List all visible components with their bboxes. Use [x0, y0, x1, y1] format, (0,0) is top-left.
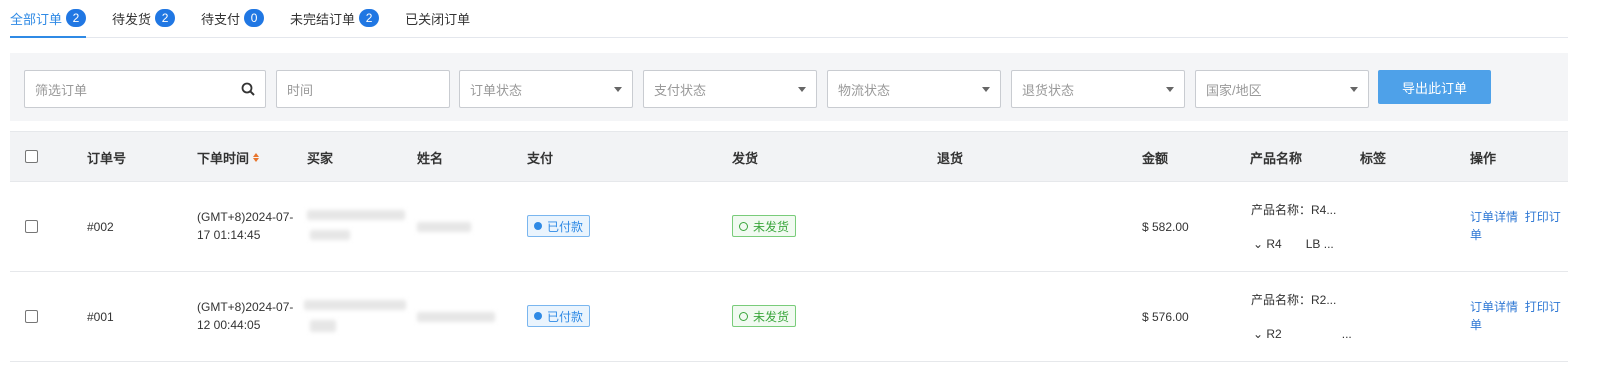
search-input[interactable]: 筛选订单 [24, 70, 266, 108]
payment-status-placeholder: 支付状态 [654, 82, 707, 98]
logistics-status-select[interactable]: 物流状态 [827, 70, 1001, 108]
shipping-status-badge: 未发货 [732, 305, 797, 327]
payment-status-label: 已付款 [547, 219, 584, 234]
column-actions: 操作 [1470, 150, 1497, 166]
name-redacted [417, 312, 495, 322]
count-badge: 2 [66, 9, 87, 27]
column-payment: 支付 [527, 150, 554, 166]
tab-label: 未完结订单 [290, 11, 356, 27]
order-time-line1: (GMT+8)2024-07- [197, 300, 294, 314]
tab-all-orders[interactable]: 全部订单 2 [10, 0, 87, 38]
order-time: (GMT+8)2024-07- 17 01:14:45 [197, 208, 293, 244]
column-returns: 退货 [937, 150, 964, 166]
sort-icon[interactable] [253, 152, 260, 162]
column-amount: 金额 [1142, 150, 1169, 166]
tab-unfinished-orders[interactable]: 未完结订单 2 [290, 0, 380, 37]
tab-label: 全部订单 [10, 11, 63, 27]
row-actions: 订单详情 打印订 单 [1470, 208, 1561, 244]
column-tags: 标签 [1360, 150, 1387, 166]
chevron-down-icon [798, 86, 806, 92]
order-detail-link[interactable]: 订单详情 [1470, 210, 1518, 224]
buyer-redacted [307, 210, 405, 220]
table-row: #001 (GMT+8)2024-07- 12 00:44:05 已付款 未发货… [10, 272, 1568, 362]
order-time-line2: 17 01:14:45 [197, 228, 261, 242]
print-order-link[interactable]: 打印订 [1525, 210, 1561, 224]
buyer-redacted [310, 230, 350, 240]
print-order-link-wrap[interactable]: 单 [1470, 318, 1482, 332]
order-time: (GMT+8)2024-07- 12 00:44:05 [197, 298, 293, 334]
select-all-checkbox[interactable] [25, 150, 38, 163]
product-variant-toggle[interactable]: ⌄ R4 LB ... [1253, 237, 1334, 251]
count-badge: 2 [359, 9, 380, 27]
name-redacted [417, 222, 471, 232]
shipping-status-label: 未发货 [753, 309, 790, 324]
dot-icon [534, 312, 542, 320]
country-placeholder: 国家/地区 [1206, 82, 1262, 98]
tab-pending-shipment[interactable]: 待发货 2 [112, 0, 176, 37]
column-order-time[interactable]: 下单时间 [197, 132, 260, 182]
tab-label: 待发货 [112, 11, 152, 27]
export-orders-button[interactable]: 导出此订单 [1378, 70, 1491, 104]
order-amount: $ 582.00 [1142, 220, 1189, 234]
payment-status-badge: 已付款 [527, 305, 591, 327]
country-select[interactable]: 国家/地区 [1195, 70, 1369, 108]
payment-status-select[interactable]: 支付状态 [643, 70, 817, 108]
circle-icon [739, 221, 748, 231]
column-buyer: 买家 [307, 150, 334, 166]
column-shipping: 发货 [732, 150, 759, 166]
shipping-status-label: 未发货 [753, 219, 790, 234]
order-time-line1: (GMT+8)2024-07- [197, 210, 294, 224]
tab-label: 已关闭订单 [405, 11, 471, 27]
order-status-placeholder: 订单状态 [470, 82, 523, 98]
tab-pending-payment[interactable]: 待支付 0 [201, 0, 265, 37]
product-variant-toggle[interactable]: ⌄ R2 ... [1253, 327, 1352, 341]
column-order-time-label: 下单时间 [197, 150, 250, 166]
search-icon[interactable] [241, 82, 255, 96]
return-status-select[interactable]: 退货状态 [1011, 70, 1185, 108]
payment-status-badge: 已付款 [527, 215, 591, 237]
column-order-no: 订单号 [87, 150, 127, 166]
order-number: #002 [87, 220, 114, 234]
buyer-redacted [304, 300, 406, 310]
circle-icon [739, 311, 748, 321]
buyer-redacted [310, 320, 336, 332]
print-order-link[interactable]: 打印订 [1525, 300, 1561, 314]
count-badge: 0 [244, 9, 265, 27]
print-order-link-wrap[interactable]: 单 [1470, 228, 1482, 242]
return-status-placeholder: 退货状态 [1022, 82, 1075, 98]
row-checkbox[interactable] [25, 310, 38, 323]
order-tabs: 全部订单 2 待发货 2 待支付 0 未完结订单 2 已关闭订单 [10, 0, 1568, 38]
order-detail-link[interactable]: 订单详情 [1470, 300, 1518, 314]
time-placeholder: 时间 [287, 82, 314, 98]
row-checkbox[interactable] [25, 220, 38, 233]
product-name: 产品名称：R4... [1251, 203, 1337, 217]
chevron-down-icon [614, 86, 622, 92]
logistics-status-placeholder: 物流状态 [838, 82, 891, 98]
order-time-line2: 12 00:44:05 [197, 318, 261, 332]
shipping-status-badge: 未发货 [732, 215, 797, 237]
chevron-down-icon [1350, 86, 1358, 92]
column-product-name: 产品名称 [1250, 150, 1303, 166]
count-badge: 2 [155, 9, 176, 27]
chevron-down-icon [982, 86, 990, 92]
payment-status-label: 已付款 [547, 309, 584, 324]
chevron-down-icon [1166, 86, 1174, 92]
filter-panel: 筛选订单 时间 订单状态 支付状态 物流状态 退货状态 国家/地区 导出此订单 [10, 53, 1568, 121]
tab-closed-orders[interactable]: 已关闭订单 [405, 0, 470, 37]
order-amount: $ 576.00 [1142, 310, 1189, 324]
row-actions: 订单详情 打印订 单 [1470, 298, 1561, 334]
search-placeholder: 筛选订单 [35, 82, 88, 98]
dot-icon [534, 222, 542, 230]
time-field[interactable]: 时间 [276, 70, 450, 108]
column-name: 姓名 [417, 150, 444, 166]
tab-label: 待支付 [201, 11, 241, 27]
table-header: 订单号 下单时间 买家 姓名 支付 发货 退货 金额 产品名称 标签 操作 [10, 131, 1568, 182]
order-number: #001 [87, 310, 114, 324]
table-row: #002 (GMT+8)2024-07- 17 01:14:45 已付款 未发货… [10, 182, 1568, 272]
order-status-select[interactable]: 订单状态 [459, 70, 633, 108]
product-name: 产品名称：R2... [1251, 293, 1337, 307]
